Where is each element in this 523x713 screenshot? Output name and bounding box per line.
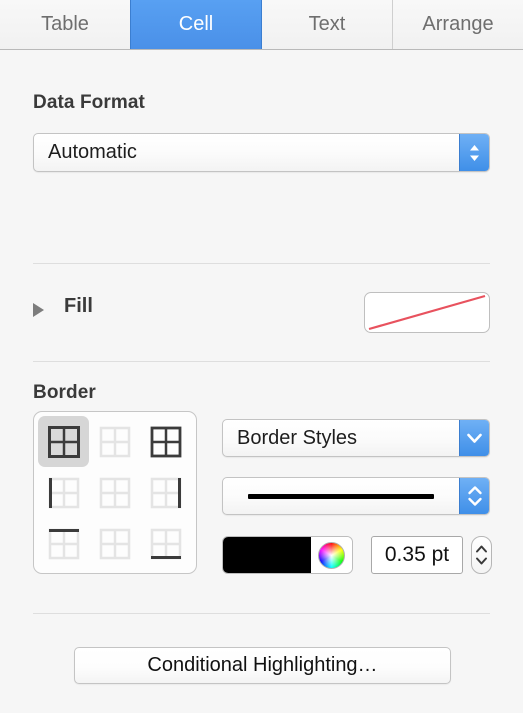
border-width-stepper[interactable]	[471, 536, 492, 574]
divider-below-fill	[33, 361, 490, 362]
fill-color-swatch-none[interactable]	[364, 292, 490, 333]
border-line-style-preview	[223, 493, 459, 499]
border-styles-label: Border Styles	[237, 426, 358, 449]
fill-section: Fill	[33, 290, 490, 338]
tab-table[interactable]: Table	[0, 0, 131, 49]
conditional-highlighting-button[interactable]: Conditional Highlighting…	[74, 647, 451, 684]
border-width-input[interactable]: 0.35 pt	[371, 536, 463, 574]
divider-above-conditional	[33, 613, 490, 614]
data-format-heading: Data Format	[33, 92, 145, 113]
border-option-top-border[interactable]	[38, 518, 89, 569]
border-option-all-borders[interactable]	[38, 416, 90, 467]
fill-label: Fill	[64, 295, 93, 317]
border-color-well[interactable]	[222, 536, 353, 574]
data-format-popup-button[interactable]: Automatic	[33, 133, 490, 172]
border-option-bottom-border[interactable]	[141, 518, 192, 569]
data-format-value: Automatic	[48, 141, 137, 163]
tab-arrange[interactable]: Arrange	[393, 0, 523, 49]
border-heading: Border	[33, 382, 96, 403]
border-placement-grid	[33, 411, 197, 574]
tab-text[interactable]: Text	[262, 0, 393, 49]
border-line-style-popup-button[interactable]	[222, 477, 490, 515]
color-wheel-icon[interactable]	[311, 537, 352, 573]
fill-disclosure-triangle-icon[interactable]	[33, 303, 44, 317]
border-option-middle-none[interactable]	[89, 518, 140, 569]
border-option-right-border[interactable]	[141, 467, 192, 518]
border-option-inner-none[interactable]	[89, 467, 140, 518]
border-styles-pulldown-button[interactable]: Border Styles	[222, 419, 490, 457]
divider-above-fill	[33, 263, 490, 264]
border-option-outline-borders[interactable]	[141, 416, 192, 467]
inspector-tab-bar: Table Cell Text Arrange	[0, 0, 523, 50]
border-option-no-borders[interactable]	[89, 416, 140, 467]
border-option-left-border[interactable]	[38, 467, 89, 518]
tab-cell[interactable]: Cell	[130, 0, 262, 49]
line-style-chevrons-icon[interactable]	[459, 478, 489, 514]
border-color-swatch[interactable]	[223, 537, 311, 573]
data-format-chevrons-icon[interactable]	[459, 134, 489, 171]
chevron-down-icon[interactable]	[459, 420, 489, 456]
